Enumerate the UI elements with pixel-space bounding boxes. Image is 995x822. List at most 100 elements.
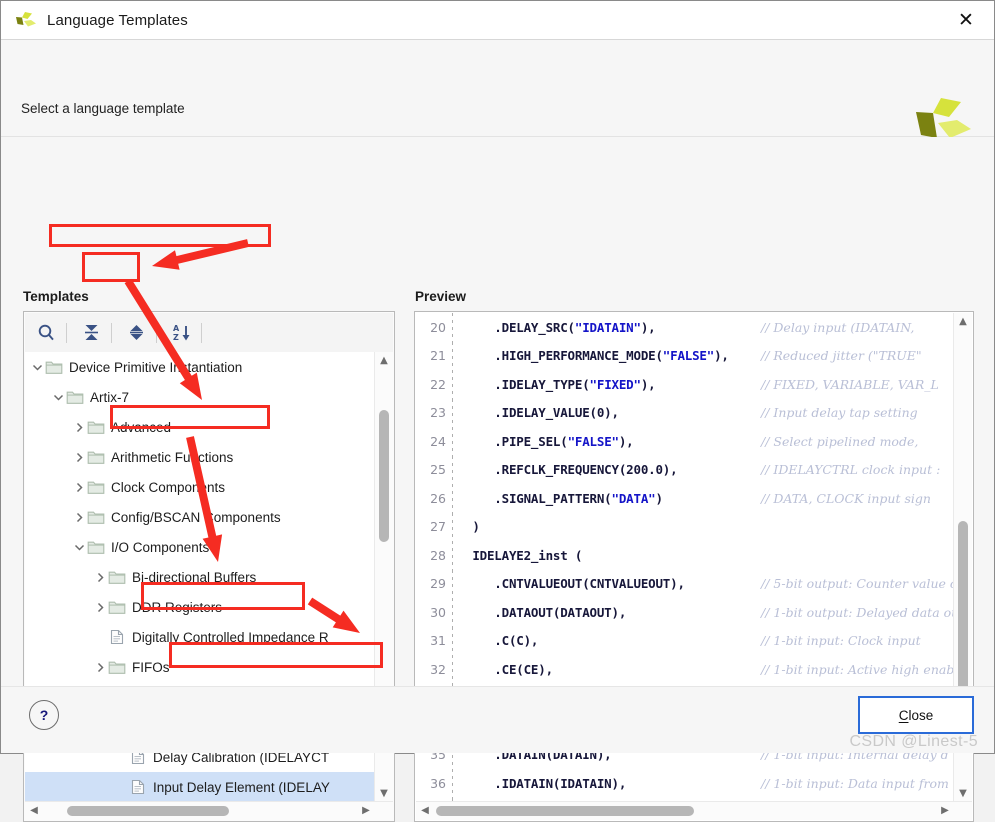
tree-item[interactable]: Arithmetic Functions <box>25 442 374 472</box>
code-line: 23 .IDELAY_VALUE(0), // Input delay tap s… <box>416 398 954 427</box>
folder-icon <box>108 659 126 675</box>
close-button[interactable]: Close <box>858 696 974 734</box>
code-line: 28 IDELAYE2_inst ( <box>416 541 954 570</box>
collapse-all-icon[interactable] <box>74 318 108 348</box>
code-line: 31 .C(C), // 1-bit input: Clock input <box>416 626 954 655</box>
chevron-down-icon[interactable]: ▼ <box>954 785 972 802</box>
tree-item[interactable]: Artix-7 <box>25 382 374 412</box>
preview-section-title: Preview <box>415 289 467 304</box>
chevron-up-icon[interactable]: ▲ <box>954 313 972 330</box>
toolbar-separator <box>66 322 67 343</box>
line-number: 21 <box>430 348 446 364</box>
chevron-down-icon[interactable] <box>71 539 87 555</box>
tree-item[interactable]: Input Delay Element (IDELAY <box>25 772 374 801</box>
folder-icon <box>87 479 105 495</box>
folder-icon <box>87 419 105 435</box>
tree-item-label: Artix-7 <box>90 389 130 405</box>
code-line: 25 .REFCLK_FREQUENCY(200.0), // IDELAYCTR… <box>416 455 954 484</box>
code-text: .CE(CE), <box>465 661 553 677</box>
folder-icon <box>108 599 126 615</box>
code-line: 24 .PIPE_SEL("FALSE"), // Select pipeline… <box>416 427 954 456</box>
line-number: 26 <box>430 490 446 506</box>
code-line: 22 .IDELAY_TYPE("FIXED"), // FIXED, VARIA… <box>416 370 954 399</box>
code-text: .IDATAIN(IDATAIN), <box>465 775 627 791</box>
tree-item[interactable]: FIFOs <box>25 652 374 682</box>
chevron-right-icon[interactable] <box>71 509 87 525</box>
code-comment: // 1-bit input: Active high enab. <box>761 661 954 677</box>
chevron-down-icon[interactable] <box>50 389 66 405</box>
expand-all-icon[interactable] <box>119 318 153 348</box>
code-text: .DATAOUT(DATAOUT), <box>465 604 627 620</box>
line-number: 27 <box>430 519 446 535</box>
code-comment: // 1-bit input: Clock input <box>761 633 921 649</box>
chevron-right-icon[interactable] <box>71 449 87 465</box>
xilinx-logo-icon <box>16 12 36 27</box>
templates-horizontal-scrollbar[interactable]: ◀ ▶ <box>25 801 393 820</box>
code-text: .IDELAY_VALUE(0), <box>465 405 619 421</box>
watermark: CSDN @Linest-5 <box>849 733 978 750</box>
code-text: .DELAY_SRC("IDATAIN"), <box>465 319 656 335</box>
preview-horizontal-scrollbar[interactable]: ◀ ▶ <box>416 801 972 820</box>
tree-item[interactable]: Device Primitive Instantiation <box>25 352 374 382</box>
scroll-thumb[interactable] <box>379 410 389 542</box>
folder-icon <box>66 389 84 405</box>
close-icon[interactable]: ✕ <box>938 1 994 38</box>
line-number: 28 <box>430 547 446 563</box>
string-literal: "FALSE" <box>567 433 619 449</box>
code-comment: // Reduced jitter ("TRUE" <box>761 348 922 364</box>
chevron-up-icon[interactable]: ▲ <box>375 352 393 369</box>
code-comment: // FIXED, VARIABLE, VAR_L <box>761 376 939 392</box>
code-comment: // Select pipelined mode, <box>761 433 919 449</box>
language-templates-dialog: Language Templates ✕ Select a language t… <box>0 0 995 822</box>
close-button-label: Close <box>899 708 934 723</box>
folder-icon <box>87 449 105 465</box>
code-text: .CNTVALUEOUT(CNTVALUEOUT), <box>465 576 685 592</box>
close-label-rest: lose <box>908 707 934 723</box>
tree-item[interactable]: Config/BSCAN Components <box>25 502 374 532</box>
chevron-left-icon[interactable]: ◀ <box>416 802 434 819</box>
chevron-right-icon[interactable]: ▶ <box>936 802 954 819</box>
tree-item-label: Config/BSCAN Components <box>111 509 281 525</box>
chevron-right-icon[interactable] <box>71 419 87 435</box>
code-line: 21 .HIGH_PERFORMANCE_MODE("FALSE"), // Re… <box>416 341 954 370</box>
file-icon <box>108 629 126 645</box>
chevron-right-icon[interactable] <box>92 659 108 675</box>
chevron-down-icon[interactable]: ▼ <box>375 785 393 802</box>
code-comment: // 5-bit output: Counter value o <box>761 576 954 592</box>
chevron-left-icon[interactable]: ◀ <box>25 802 43 819</box>
file-icon <box>129 779 147 795</box>
tree-item[interactable]: Digitally Controlled Impedance R <box>25 622 374 652</box>
chevron-right-icon[interactable] <box>71 479 87 495</box>
line-number: 20 <box>430 319 446 335</box>
chevron-right-icon[interactable] <box>92 569 108 585</box>
scroll-thumb[interactable] <box>436 806 694 816</box>
code-text: ) <box>465 519 480 535</box>
tree-item[interactable]: DDR Registers <box>25 592 374 622</box>
tree-item[interactable]: Bi-directional Buffers <box>25 562 374 592</box>
line-number: 30 <box>430 604 446 620</box>
line-number: 29 <box>430 576 446 592</box>
templates-section-title: Templates <box>23 289 89 304</box>
line-number: 24 <box>430 433 446 449</box>
tree-item[interactable]: Clock Components <box>25 472 374 502</box>
code-comment: // IDELAYCTRL clock input : <box>761 462 941 478</box>
help-button[interactable]: ? <box>29 700 59 730</box>
string-literal: "FALSE" <box>662 348 715 364</box>
line-number: 22 <box>430 376 446 392</box>
tree-item[interactable]: I/O Components <box>25 532 374 562</box>
chevron-right-icon[interactable]: ▶ <box>357 802 375 819</box>
chevron-down-icon[interactable] <box>29 359 45 375</box>
code-text: IDELAYE2_inst ( <box>465 547 583 563</box>
tree-item-label: Advanced <box>111 419 172 435</box>
tree-item[interactable]: Advanced <box>25 412 374 442</box>
scroll-thumb[interactable] <box>67 806 229 816</box>
window-title: Language Templates <box>47 11 188 29</box>
search-icon[interactable] <box>29 318 63 348</box>
code-comment: // 1-bit output: Delayed data ou <box>761 604 954 620</box>
tree-item-label: Digitally Controlled Impedance R <box>132 629 329 645</box>
chevron-right-icon[interactable] <box>92 599 108 615</box>
sort-az-icon[interactable]: A Z <box>164 318 198 348</box>
dialog-header: Select a language template <box>1 40 994 138</box>
